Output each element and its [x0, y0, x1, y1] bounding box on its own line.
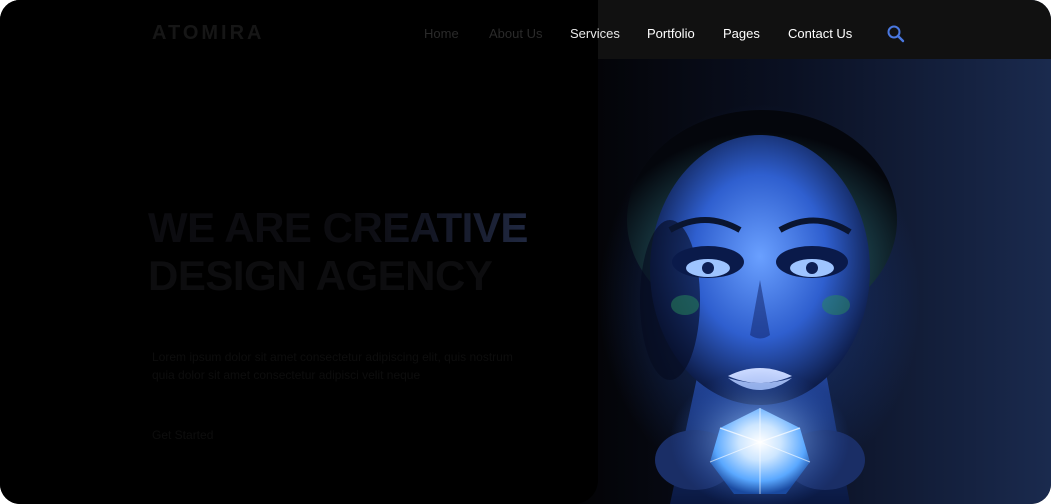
hero-portrait-image: [627, 110, 897, 504]
browser-viewport: ATOMIRA Home About Us Services Portfolio…: [0, 0, 1051, 504]
search-icon[interactable]: [886, 24, 906, 44]
nav-item-pages[interactable]: Pages: [723, 26, 760, 41]
nav-item-contact-us[interactable]: Contact Us: [788, 26, 852, 41]
nav-item-portfolio[interactable]: Portfolio: [647, 26, 695, 41]
nav-item-services[interactable]: Services: [570, 26, 620, 41]
hero-headline: WE ARE CREATIVE DESIGN AGENCY: [148, 204, 528, 300]
hero-headline-line2: DESIGN AGENCY: [148, 252, 493, 299]
nav-item-about-us[interactable]: About Us: [489, 26, 542, 41]
hero-description: Lorem ipsum dolor sit amet consectetur a…: [152, 350, 513, 382]
hero-headline-line1: WE ARE CREATIVE: [148, 204, 528, 251]
nav-item-home[interactable]: Home: [424, 26, 459, 41]
get-started-button[interactable]: Get Started: [152, 428, 213, 442]
